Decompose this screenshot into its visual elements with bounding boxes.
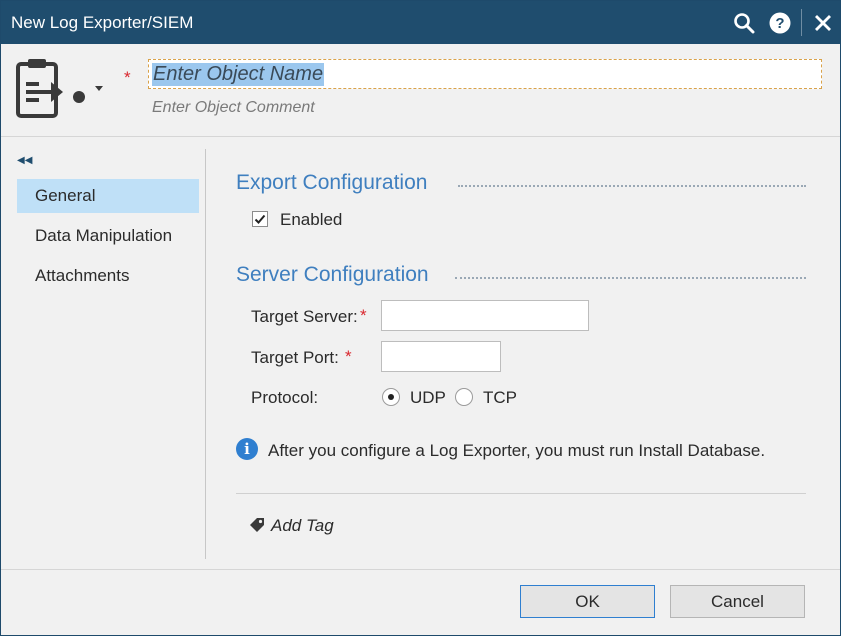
divider [236, 493, 806, 494]
required-marker: * [345, 347, 352, 366]
enabled-checkbox[interactable] [252, 211, 268, 227]
info-icon: i [236, 438, 258, 460]
ok-button[interactable]: OK [520, 585, 655, 618]
section-divider [455, 277, 806, 279]
sidebar: ◀◀ General Data Manipulation Attachments [9, 149, 206, 559]
target-port-input[interactable] [381, 341, 501, 372]
add-tag-link[interactable]: Add Tag [271, 516, 334, 536]
window-title: New Log Exporter/SIEM [11, 13, 194, 32]
sidebar-item-data-manipulation[interactable]: Data Manipulation [17, 219, 199, 253]
sidebar-item-general[interactable]: General [17, 179, 199, 213]
object-name-placeholder: Enter Object Name [152, 62, 325, 86]
target-server-input[interactable] [381, 300, 589, 331]
title-bar: New Log Exporter/SIEM ? [1, 1, 840, 44]
tag-icon[interactable] [248, 516, 266, 534]
target-port-label: Target Port: [251, 348, 339, 367]
main-content: Export Configuration Enabled Server Conf… [206, 149, 840, 559]
protocol-tcp-label[interactable]: TCP [483, 388, 517, 408]
search-icon[interactable] [731, 10, 757, 36]
target-server-label: Target Server: [251, 307, 358, 326]
object-header: * Enter Object Name Enter Object Comment [1, 44, 840, 137]
help-icon[interactable]: ? [767, 10, 793, 36]
protocol-label: Protocol: [251, 388, 319, 407]
server-config-heading: Server Configuration [236, 263, 429, 286]
object-comment-input[interactable]: Enter Object Comment [152, 99, 315, 117]
collapse-sidebar-icon[interactable]: ◀◀ [17, 155, 32, 166]
required-marker: * [124, 68, 131, 87]
radio-selected-dot [388, 394, 394, 400]
required-marker: * [360, 306, 367, 325]
export-config-heading: Export Configuration [236, 171, 428, 194]
close-icon[interactable] [810, 10, 836, 36]
cancel-button[interactable]: Cancel [670, 585, 805, 618]
svg-text:?: ? [775, 15, 784, 32]
enabled-label: Enabled [280, 210, 343, 229]
titlebar-separator [801, 9, 802, 36]
sidebar-item-attachments[interactable]: Attachments [17, 259, 199, 293]
protocol-udp-label[interactable]: UDP [410, 388, 446, 408]
info-message: After you configure a Log Exporter, you … [268, 441, 766, 460]
dialog-footer: OK Cancel [1, 569, 840, 636]
dialog-window: New Log Exporter/SIEM ? * Enter Object N… [0, 0, 841, 636]
object-name-input[interactable]: Enter Object Name [148, 59, 822, 89]
section-divider [458, 185, 806, 187]
protocol-udp-radio[interactable] [382, 388, 400, 406]
protocol-tcp-radio[interactable] [455, 388, 473, 406]
log-exporter-icon[interactable] [15, 58, 107, 120]
